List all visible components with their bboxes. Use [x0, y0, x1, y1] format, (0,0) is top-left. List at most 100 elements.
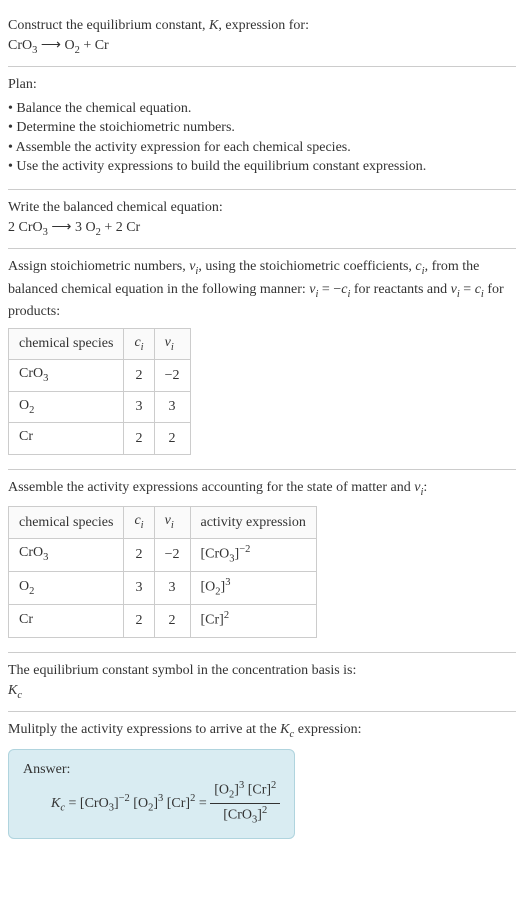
cell-species: O2 — [9, 391, 124, 422]
assemble-a: Assemble the activity expressions accoun… — [8, 480, 414, 495]
cell-species: Cr — [9, 423, 124, 454]
cell-c: 2 — [124, 604, 154, 637]
sp-sub: 2 — [29, 585, 34, 596]
num-a: [O — [214, 783, 229, 798]
sp-a: CrO — [19, 545, 43, 560]
assemble-section: Assemble the activity expressions accoun… — [8, 470, 516, 652]
sp-a: Cr — [19, 429, 33, 444]
th-species: chemical species — [9, 328, 124, 359]
kc-sub: c — [17, 689, 22, 700]
table-row: Cr 2 2 [Cr]2 — [9, 604, 317, 637]
bal-arrow: ⟶ — [48, 220, 75, 235]
ans-t3: [Cr] — [167, 796, 190, 811]
intro-K: K — [209, 18, 218, 33]
den-a: [CrO — [223, 808, 252, 823]
intro-equation: CrO3 ⟶ O2 + Cr — [8, 36, 516, 58]
stoich-table: chemical species ci νi CrO3 2 −2 O2 3 3 … — [8, 328, 191, 455]
ksymbol-kc: Kc — [8, 681, 516, 703]
sp-sub: 2 — [29, 404, 34, 415]
kc-K: K — [8, 683, 17, 698]
th-activity: activity expression — [190, 507, 316, 538]
ans-t1: [CrO — [80, 796, 109, 811]
stoich-text: Assign stoichiometric numbers, νi, using… — [8, 257, 516, 322]
table-row: CrO3 2 −2 — [9, 360, 191, 391]
table-row: Cr 2 2 — [9, 423, 191, 454]
intro-text-after: , expression for: — [218, 18, 309, 33]
ans-denominator: [CrO3]2 — [210, 804, 280, 828]
mult-a: Mulitply the activity expressions to arr… — [8, 722, 280, 737]
cell-species: CrO3 — [9, 360, 124, 391]
num-b-exp: 2 — [271, 780, 276, 791]
act-base: [Cr — [201, 613, 220, 628]
sp-sub: 3 — [43, 373, 48, 384]
stoich-d: for reactants and — [350, 282, 450, 297]
th-c-sub: i — [141, 341, 144, 352]
cell-nu: −2 — [154, 360, 190, 391]
answer-box: Answer: Kc = [CrO3]−2 [O2]3 [Cr]2 = [O2]… — [8, 749, 295, 840]
act-exp: −2 — [239, 544, 250, 555]
cell-c: 2 — [124, 360, 154, 391]
bal-c3: + 2 Cr — [101, 220, 140, 235]
table-row: O2 3 3 — [9, 391, 191, 422]
cell-nu: 3 — [154, 571, 190, 604]
th-c-sub: i — [141, 520, 144, 531]
assemble-text: Assemble the activity expressions accoun… — [8, 478, 516, 500]
sp-a: CrO — [19, 366, 43, 381]
eq-arrow: ⟶ — [37, 38, 64, 53]
activity-table: chemical species ci νi activity expressi… — [8, 506, 317, 638]
ans-K: K — [51, 796, 60, 811]
table-row: O2 3 3 [O2]3 — [9, 571, 317, 604]
rel1-eq: = − — [318, 282, 341, 297]
cell-activity: [O2]3 — [190, 571, 316, 604]
rel2-eq: = — [460, 282, 475, 297]
plan-section: Plan: Balance the chemical equation. Det… — [8, 67, 516, 189]
answer-expression: Kc = [CrO3]−2 [O2]3 [Cr]2 = [O2]3 [Cr]2[… — [23, 779, 280, 828]
cell-c: 3 — [124, 391, 154, 422]
th-c: ci — [124, 507, 154, 538]
cell-nu: 2 — [154, 604, 190, 637]
ans-numerator: [O2]3 [Cr]2 — [210, 779, 280, 804]
bal-c2: 3 O — [75, 220, 96, 235]
balanced-section: Write the balanced chemical equation: 2 … — [8, 190, 516, 248]
num-b: [Cr] — [244, 783, 271, 798]
plan-title: Plan: — [8, 75, 516, 95]
mult-b: expression: — [294, 722, 361, 737]
stoich-b: , using the stoichiometric coefficients, — [198, 259, 415, 274]
cell-c: 3 — [124, 571, 154, 604]
plan-item: Determine the stoichiometric numbers. — [8, 118, 516, 138]
ksymbol-line: The equilibrium constant symbol in the c… — [8, 661, 516, 681]
th-nu: νi — [154, 507, 190, 538]
den-a-exp: 2 — [262, 805, 267, 816]
bal-c1: 2 CrO — [8, 220, 43, 235]
th-species: chemical species — [9, 507, 124, 538]
intro-line: Construct the equilibrium constant, K, e… — [8, 16, 516, 36]
ans-eq: = — [65, 796, 80, 811]
sp-a: Cr — [19, 612, 33, 627]
table-row: CrO3 2 −2 [CrO3]−2 — [9, 538, 317, 571]
plan-item: Assemble the activity expression for eac… — [8, 138, 516, 158]
cell-species: CrO3 — [9, 538, 124, 571]
eq-lhs: CrO — [8, 38, 32, 53]
act-exp: 2 — [224, 610, 229, 621]
sp-sub: 3 — [43, 552, 48, 563]
table-header-row: chemical species ci νi activity expressi… — [9, 507, 317, 538]
th-c: ci — [124, 328, 154, 359]
mult-K: K — [280, 722, 289, 737]
ans-eq2: = — [195, 796, 210, 811]
plan-item: Use the activity expressions to build th… — [8, 157, 516, 177]
multiply-section: Mulitply the activity expressions to arr… — [8, 712, 516, 847]
act-base: [O — [201, 579, 216, 594]
plan-list: Balance the chemical equation. Determine… — [8, 99, 516, 177]
ksymbol-section: The equilibrium constant symbol in the c… — [8, 653, 516, 711]
ans-fraction: [O2]3 [Cr]2[CrO3]2 — [210, 779, 280, 828]
cell-activity: [Cr]2 — [190, 604, 316, 637]
stoich-a: Assign stoichiometric numbers, — [8, 259, 189, 274]
stoich-section: Assign stoichiometric numbers, νi, using… — [8, 249, 516, 469]
cell-nu: −2 — [154, 538, 190, 571]
intro-text: Construct the equilibrium constant, — [8, 18, 209, 33]
sp-a: O — [19, 398, 29, 413]
cell-c: 2 — [124, 538, 154, 571]
eq-rhs-plus: + Cr — [80, 38, 109, 53]
cell-activity: [CrO3]−2 — [190, 538, 316, 571]
act-exp: 3 — [225, 577, 230, 588]
